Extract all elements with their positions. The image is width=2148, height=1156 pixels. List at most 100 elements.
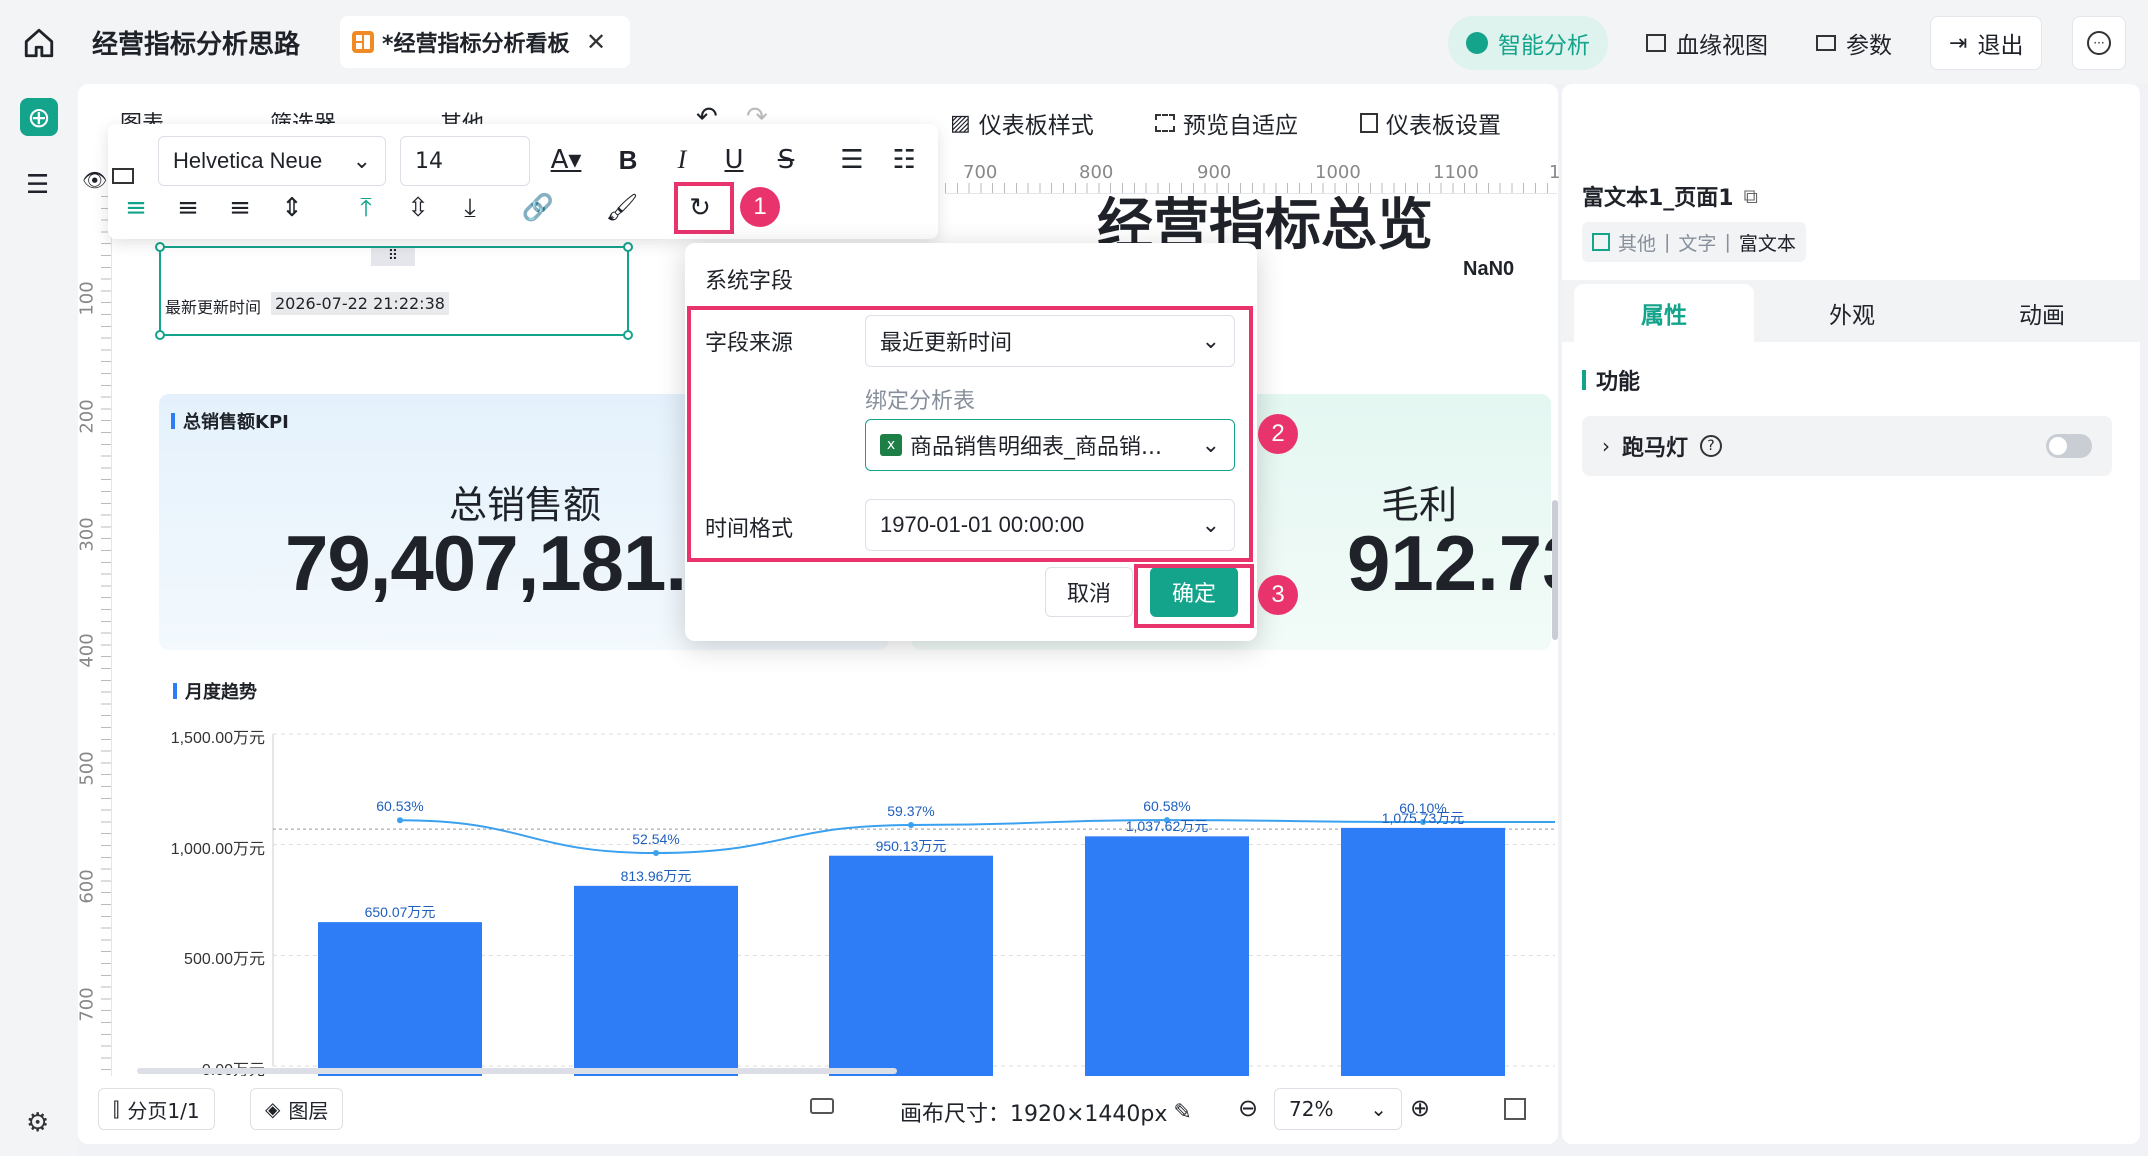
params-button[interactable]: 参数 [1798,16,1910,70]
canvas-hscrollbar[interactable] [137,1068,897,1074]
ruler-tick: 900 [1197,162,1232,183]
y-tick-label: 500.00万元 [184,951,265,969]
link-icon[interactable]: 🔗 [520,190,556,226]
dash-settings-button[interactable]: 仪表板设置 [1360,106,1501,140]
zoom-in-icon[interactable]: ⊕ [1410,1094,1430,1122]
highlight-step-3 [1134,564,1254,628]
chart-bar[interactable] [1085,836,1249,1076]
ai-label: 智能分析 [1498,33,1590,59]
chart-bar[interactable] [829,855,993,1076]
format-painter-icon[interactable]: 🖌 [604,190,640,226]
tab-appearance[interactable]: 外观 [1762,284,1942,342]
line-data-label: 59.37% [887,803,935,820]
tab-dashboard[interactable]: *经营指标分析看板 ✕ [340,16,630,68]
page-icon: ⫿ [113,1097,120,1121]
font-size-select[interactable]: 14 [400,136,530,186]
rate-point[interactable] [653,850,659,857]
drag-handle[interactable]: ⠿ [371,248,415,266]
strikethrough-icon[interactable]: S [768,142,804,178]
dashboard-icon [352,31,374,53]
kpi-header: 总销售额KPI [183,412,289,433]
rich-text-box[interactable]: ⠿ 最新更新时间 2026-07-22 21:22:38 [155,242,633,340]
tab-label: *经营指标分析看板 [382,32,570,57]
help-icon[interactable]: ? [1700,435,1723,457]
canvas-size[interactable]: 画布尺寸：1920×1440px ✎ [900,1096,1192,1128]
home-icon[interactable] [22,26,56,60]
ruler-tick: 1100 [1433,162,1479,183]
ruler-tick: 1000 [1315,162,1361,183]
add-icon[interactable]: ⊕ [20,98,58,136]
rate-point[interactable] [908,822,914,829]
ruler-tick: 800 [1079,162,1114,183]
kpi-value: 79,407,181. [285,519,687,607]
chart-bar[interactable] [1341,827,1505,1076]
align-top-icon[interactable]: ⤒ [348,190,384,226]
dash-style-button[interactable]: ▨ 仪表板样式 [950,106,1094,140]
ruler-tick: 700 [963,162,998,183]
chart-bar[interactable] [318,922,482,1076]
keyboard-icon[interactable] [810,1098,834,1114]
params-icon [1816,35,1836,51]
more-icon: ··· [2087,31,2111,55]
lineage-button[interactable]: 血缘视图 [1628,16,1786,70]
dash-style-label: 仪表板样式 [978,113,1094,139]
zoom-out-icon[interactable]: ⊖ [1238,1094,1258,1122]
visibility-icon[interactable]: 👁 [82,168,107,192]
ruler-tick: 1 [1549,162,1561,183]
align-bottom-icon[interactable]: ⤓ [452,190,488,226]
line-height-icon[interactable]: ⇕ [274,190,310,226]
numbered-list-icon[interactable]: ☷ [886,142,922,178]
underline-icon[interactable]: U [716,142,752,178]
step-badge-3: 3 [1258,575,1298,615]
bold-icon[interactable]: B [610,142,646,178]
align-center-icon[interactable]: ≡ [170,190,206,226]
left-rail: ⊕ ☰ ⚙ [0,84,78,1156]
exit-button[interactable]: ⇥ 退出 [1930,16,2043,70]
header-bar-icon [173,683,177,699]
chart-bar[interactable] [574,885,738,1076]
marquee-row[interactable]: › 跑马灯 ? [1582,416,2112,476]
exit-icon: ⇥ [1949,30,1968,56]
more-button[interactable]: ··· [2072,16,2126,70]
tabs-bar: 属性 外观 动画 [1562,280,2140,342]
marquee-toggle[interactable] [2046,434,2092,458]
font-family-select[interactable]: Helvetica Neue ⌄ [158,136,386,186]
layers-button[interactable]: ◈ 图层 [250,1088,344,1130]
italic-icon[interactable]: I [664,142,700,178]
rate-point[interactable] [397,817,403,824]
ai-analysis-button[interactable]: 智能分析 [1448,16,1608,70]
ruler-tick: 500 [76,751,98,786]
zoom-value: 72% [1289,1097,1334,1121]
params-label: 参数 [1846,33,1892,59]
ruler-tick: 700 [76,987,98,1022]
highlight-step-2 [687,306,1253,562]
fit-screen-icon[interactable] [1504,1098,1526,1120]
bullet-list-icon[interactable]: ☰ [834,142,870,178]
marquee-label: 跑马灯 [1622,436,1689,461]
align-right-icon[interactable]: ≡ [222,190,258,226]
tab-animation[interactable]: 动画 [1952,284,2132,342]
bar-data-label: 950.13万元 [875,837,947,854]
settings-icon[interactable]: ⚙ [26,1108,49,1138]
zoom-select[interactable]: 72% ⌄ [1274,1088,1402,1130]
outline-icon[interactable]: ☰ [26,170,49,200]
preview-fit-button[interactable]: 预览自适应 [1155,106,1298,140]
bar-data-label: 650.07万元 [364,904,436,921]
monitor-small-icon[interactable] [112,168,134,184]
section-title: 功能 [1596,370,1641,395]
y-tick-label: 1,000.00万元 [170,840,265,858]
cancel-button[interactable]: 取消 [1045,567,1133,617]
align-middle-icon[interactable]: ⇳ [400,190,436,226]
page-button[interactable]: ⫿ 分页1/1 [98,1088,215,1130]
close-icon[interactable]: ✕ [586,28,606,56]
tab-properties[interactable]: 属性 [1574,284,1754,342]
font-color-icon[interactable]: A▾ [548,142,584,178]
title-suffix: NaN0 [1463,258,1515,280]
rich-text-label: 最新更新时间 [165,298,262,317]
line-data-label: 60.53% [376,798,424,815]
kpi-value: 912.73 [1347,519,1555,607]
highlight-step-1 [674,182,734,234]
canvas-scrollbar[interactable] [1552,500,1558,640]
align-left-icon[interactable]: ≡ [118,190,154,226]
copy-icon[interactable]: ⧉ [1744,184,1758,208]
